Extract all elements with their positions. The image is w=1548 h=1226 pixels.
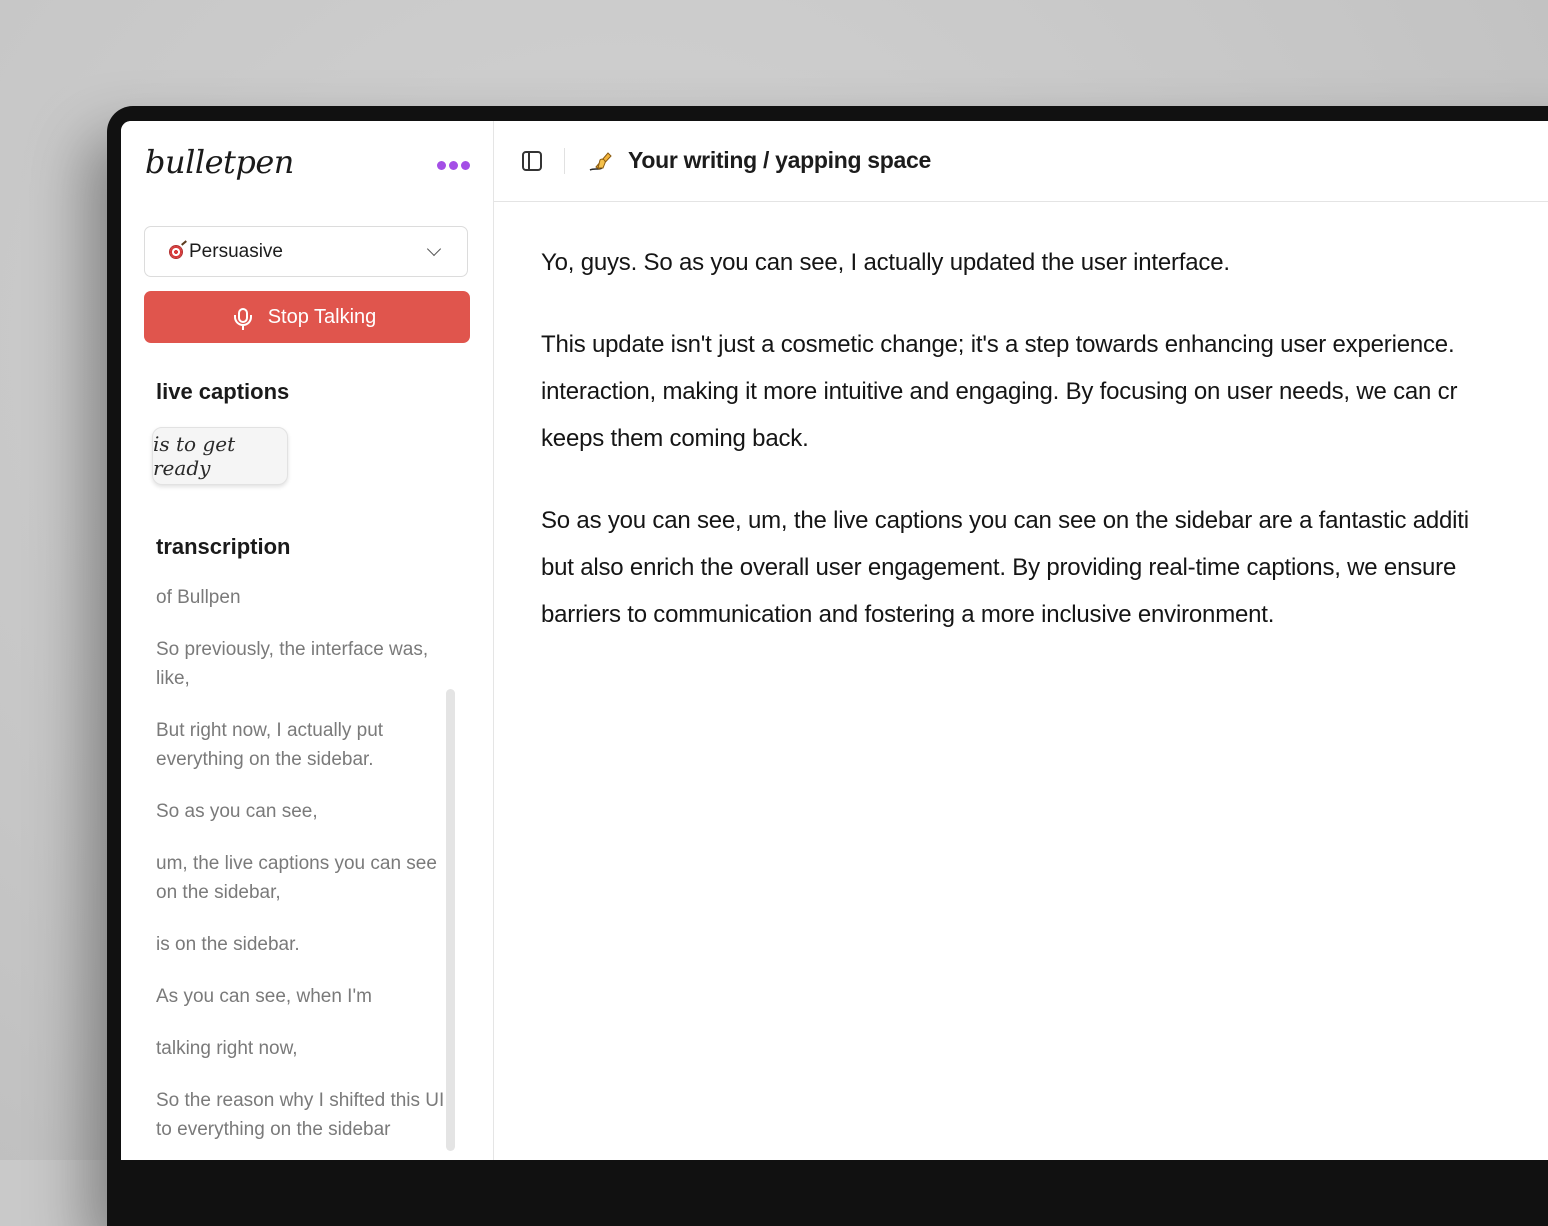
- transcription-item: As you can see, when I'm: [156, 986, 372, 1007]
- dot-icon: [448, 160, 458, 170]
- toggle-sidebar-icon[interactable]: [522, 151, 542, 171]
- microphone-icon: [233, 307, 252, 330]
- dot-icon: [460, 160, 470, 170]
- editor-line: Yo, guys. So as you can see, I actually …: [541, 249, 1230, 276]
- target-icon: [169, 244, 183, 259]
- transcription-item: So as you can see,: [156, 801, 318, 822]
- stop-talking-label: Stop Talking: [267, 305, 377, 328]
- editor-line: but also enrich the overall user engagem…: [541, 554, 1457, 581]
- transcription-item: of Bullpen: [156, 587, 241, 608]
- mode-select[interactable]: Persuasive: [144, 226, 468, 277]
- editor-paragraph: So as you can see, um, the live captions…: [541, 497, 1548, 638]
- editor-paragraph: Yo, guys. So as you can see, I actually …: [541, 239, 1548, 286]
- editor-line: This update isn't just a cosmetic change…: [541, 331, 1455, 358]
- editor-area[interactable]: Yo, guys. So as you can see, I actually …: [541, 239, 1548, 673]
- editor-line: So as you can see, um, the live captions…: [541, 507, 1469, 534]
- transcription-item: talking right now,: [156, 1038, 298, 1059]
- more-options-button[interactable]: [433, 157, 473, 173]
- transcription-heading: transcription: [156, 534, 291, 559]
- live-captions-heading: live captions: [156, 379, 290, 404]
- app-logo: bulletpen: [145, 143, 294, 181]
- app-window: bulletpen Persuasive Stop Talking live c…: [121, 121, 1548, 1160]
- editor-paragraph: This update isn't just a cosmetic change…: [541, 321, 1548, 462]
- top-bar: Your writing / yapping space: [494, 121, 1548, 202]
- transcription-item: So previously, the interface was, like,: [156, 639, 429, 689]
- transcription-item: um, the live captions you can see on the…: [156, 853, 437, 903]
- transcription-item: is on the sidebar.: [156, 934, 300, 955]
- transcription-list: of Bullpen So previously, the interface …: [156, 583, 448, 1160]
- transcription-item: So the reason why I shifted this UI to e…: [156, 1090, 445, 1140]
- chevron-down-icon: [426, 241, 442, 257]
- editor-line: interaction, making it more intuitive an…: [541, 378, 1458, 405]
- stop-talking-button[interactable]: Stop Talking: [144, 291, 470, 343]
- mode-select-value: Persuasive: [189, 240, 283, 262]
- transcription-scrollbar[interactable]: [446, 689, 455, 1151]
- writing-hand-icon: [589, 152, 612, 171]
- editor-line: barriers to communication and fostering …: [541, 601, 1275, 628]
- editor-line: keeps them coming back.: [541, 425, 809, 452]
- dot-icon: [436, 160, 446, 170]
- page-title: Your writing / yapping space: [628, 147, 931, 173]
- sidebar: bulletpen Persuasive Stop Talking live c…: [121, 121, 494, 1160]
- transcription-item: But right now, I actually put everything…: [156, 720, 384, 770]
- live-caption-bubble: is to get ready: [152, 427, 288, 485]
- divider: [564, 148, 565, 174]
